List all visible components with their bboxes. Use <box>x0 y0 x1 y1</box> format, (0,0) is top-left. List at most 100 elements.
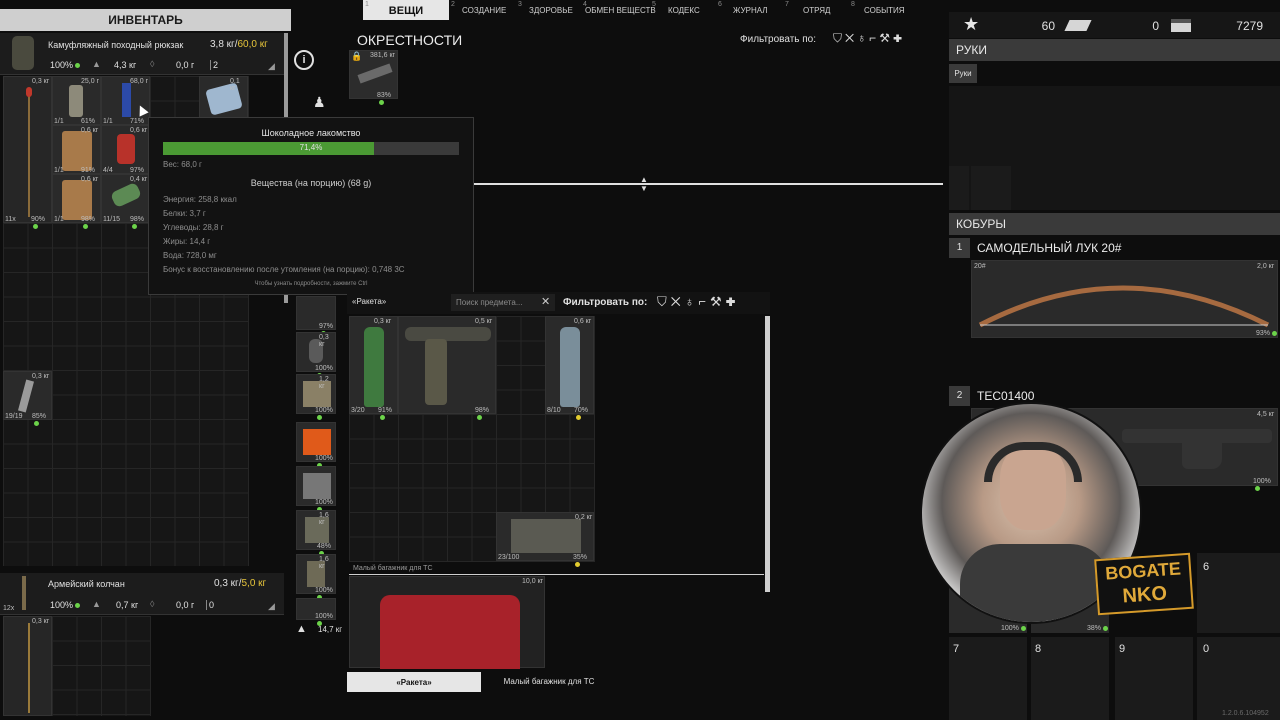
tab-events[interactable]: СОБЫТИЯ <box>864 0 905 20</box>
resize-icon[interactable]: ◢ <box>268 61 275 72</box>
search-input[interactable]: Поиск предмета... <box>451 294 555 311</box>
tab-codex[interactable]: КОДЕКС <box>668 0 700 20</box>
cash-icon <box>1064 20 1092 31</box>
backpack-header[interactable]: Камуфляжный походный рюкзак 3,8 кг/60,0 … <box>0 33 284 75</box>
shirt-icon[interactable]: ⛉ <box>833 31 845 45</box>
trunk-label: Малый багажник для ТС <box>353 565 433 572</box>
holster-belt-item[interactable]: 0,5 кг 98% <box>398 316 496 420</box>
backpack-w2: 4,3 кг <box>114 60 137 70</box>
container-header: «Ракета» Поиск предмета... ✕ Фильтровать… <box>347 292 770 314</box>
craft-icon[interactable]: ⚒ <box>710 294 726 309</box>
equipment-column: 97% 0,3 кг 100% 1,2 кг 100% 100% 100% 1,… <box>296 296 340 636</box>
backpack-weight: 3,8 кг/60,0 кг <box>210 39 268 50</box>
equip-slot[interactable]: 0,3 кг 100% <box>296 332 336 378</box>
lock-icon: 🔒 <box>351 51 363 61</box>
card-value: 7279 <box>1236 19 1263 33</box>
tab-journal[interactable]: ЖУРНАЛ <box>733 0 768 20</box>
bow-icon <box>978 285 1270 328</box>
tools-icon[interactable]: ✕ <box>845 31 857 45</box>
equip-slot[interactable]: 100% <box>296 422 336 468</box>
list-item[interactable]: 0,3 кг 11x 90% <box>3 76 52 229</box>
gun-icon[interactable]: ⌐ <box>698 294 710 309</box>
equip-slot[interactable]: 97% <box>296 296 336 336</box>
quiver-name: Армейский колчан <box>48 579 125 589</box>
bottle-item[interactable]: 0,3 кг 3/20 91% <box>349 316 398 420</box>
top-stats: ★ 60 0 7279 <box>949 12 1280 38</box>
list-item[interactable]: 68,0 г 1/1 71% <box>101 76 150 131</box>
quiver-pct: 100% <box>50 600 81 610</box>
weapon-2-name: TEC01400 <box>977 389 1035 403</box>
kit-item[interactable]: 0,2 кг 23/100 35% <box>496 512 594 567</box>
quick-slot-6[interactable]: 6 <box>1197 553 1280 633</box>
info-icon[interactable]: i <box>294 50 314 70</box>
clear-search-icon[interactable]: ✕ <box>541 295 550 308</box>
version-label: 1.2.0.6.104952 <box>1222 710 1269 717</box>
list-item[interactable]: 0,6 кг 4/4 97% <box>101 125 150 180</box>
item-tooltip: Шоколадное лакомство 71,4% Вес: 68,0 г В… <box>148 117 474 295</box>
tab-health[interactable]: ЗДОРОВЬЕ <box>529 0 573 20</box>
shirt-icon[interactable]: ⛉ <box>657 294 671 309</box>
list-item[interactable]: 0,6 кг 1/1 98% <box>52 174 101 229</box>
backpack-w3: 0,0 г <box>176 60 195 70</box>
arrow-item <box>28 89 30 217</box>
equip-slot[interactable]: 100% <box>296 598 336 626</box>
tab-bar: ВЕЩИ СОЗДАНИЕ ЗДОРОВЬЕ ОБМЕН ВЕЩЕСТВ КОД… <box>355 0 945 22</box>
hands-slot-label: Руки <box>949 64 977 83</box>
equip-slot[interactable]: 1,6 кг 48% <box>296 510 336 556</box>
weapon-1-name: САМОДЕЛЬНЫЙ ЛУК 20# <box>977 241 1122 255</box>
medical-icon[interactable]: ✚ <box>726 294 740 309</box>
tab-crafting[interactable]: СОЗДАНИЕ <box>462 0 506 20</box>
vodka-bottle-item[interactable]: 0,6 кг 8/10 70% <box>545 316 594 420</box>
quick-slot-0[interactable]: 0 <box>1197 637 1280 720</box>
jerrycan-item[interactable]: 10,0 кг <box>349 576 545 669</box>
quiver-header[interactable]: 12x Армейский колчан 0,3 кг/5,0 кг 100% … <box>0 573 284 615</box>
resize-icon[interactable]: ◢ <box>268 601 275 612</box>
arrow-slot[interactable]: 0,3 кг <box>3 616 52 716</box>
bottom-tab-raketa[interactable]: «Ракета» <box>347 672 481 692</box>
backpack-count: 2 <box>210 60 218 70</box>
container-name: «Ракета» <box>352 297 387 306</box>
character-icon[interactable]: ♟ <box>313 94 326 111</box>
quick-slot-9[interactable]: 9 <box>1115 637 1193 720</box>
hands-slot[interactable] <box>949 86 1280 210</box>
surroundings-title: ОКРЕСТНОСТИ <box>357 32 463 48</box>
craft-icon[interactable]: ⚒ <box>879 31 893 45</box>
mre-pack <box>62 180 92 220</box>
weight-icon: ▲ <box>296 623 307 635</box>
splitter-line[interactable] <box>474 183 943 185</box>
gun-icon[interactable]: ⌐ <box>869 31 879 45</box>
surroundings-filter-label: Фильтровать по: <box>740 34 817 45</box>
drop-icon[interactable]: ♁ <box>857 31 869 45</box>
medical-icon[interactable]: ✚ <box>893 31 905 45</box>
quiver-icon <box>22 576 26 610</box>
quick-slot-8[interactable]: 8 <box>1031 637 1109 720</box>
bow-item[interactable]: 20# 2,0 кг 93% <box>971 260 1278 338</box>
webcam-shirt <box>960 544 1110 622</box>
tab-metabolism[interactable]: ОБМЕН ВЕЩЕСТВ <box>585 0 656 20</box>
equip-slot[interactable]: 1,2 кг 100% <box>296 374 336 420</box>
list-item[interactable]: 25,0 г 1/1 61% <box>52 76 101 131</box>
weapon-slot-1-header[interactable]: 1 САМОДЕЛЬНЫЙ ЛУК 20# <box>949 238 1280 258</box>
tab-squad[interactable]: ОТРЯД <box>803 0 830 20</box>
trunk-divider <box>349 574 764 575</box>
tools-icon[interactable]: ✕ <box>671 294 685 309</box>
list-item[interactable]: 0,4 кг 11/15 98% <box>101 174 150 229</box>
tab-items[interactable]: ВЕЩИ <box>363 0 449 20</box>
equip-slot[interactable]: 100% <box>296 466 336 512</box>
quick-slot-7[interactable]: 7 <box>949 637 1027 720</box>
container-scrollbar[interactable] <box>765 316 770 592</box>
splitter-handle[interactable]: ▲ ▼ <box>640 175 648 193</box>
drop-icon[interactable]: ♁ <box>685 294 699 309</box>
list-item[interactable]: 0,3 кг 19/19 85% <box>3 371 52 426</box>
container-filter-label: Фильтровать по: <box>563 297 648 308</box>
backpack-pct: 100% <box>50 60 81 70</box>
equip-slot[interactable]: 1,6 кг 100% <box>296 554 336 600</box>
weapon-slot-2-header[interactable]: 2 TEC01400 <box>949 386 1280 406</box>
water-icon: ◊ <box>150 59 155 69</box>
chocolate-bar <box>122 83 131 117</box>
scope-item[interactable]: 🔒 381,6 кг 83% <box>349 50 398 105</box>
star-icon: ★ <box>963 14 980 34</box>
weight-icon: ▲ <box>92 599 101 609</box>
bottom-tab-trunk[interactable]: Малый багажник для ТС <box>484 672 614 692</box>
list-item[interactable]: 0,6 кг 1/1 91% <box>52 125 101 180</box>
